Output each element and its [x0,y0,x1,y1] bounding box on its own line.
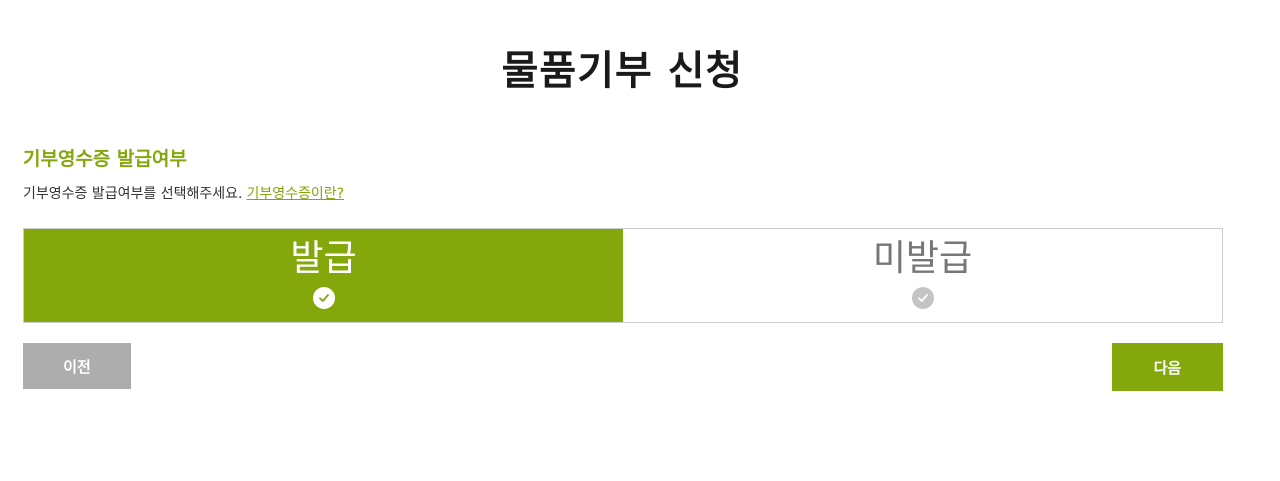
receipt-help-link[interactable]: 기부영수증이란? [246,186,344,202]
check-circle-icon [911,287,934,309]
option-issue-label: 발급 [290,238,357,279]
next-button[interactable]: 다음 [1112,343,1223,391]
receipt-section-description: 기부영수증 발급여부를 선택해주세요. 기부영수증이란? [23,183,344,203]
option-no-issue-label: 미발급 [872,238,973,279]
page-title: 물품기부 신청 [501,48,744,94]
check-circle-icon [312,287,335,309]
donation-application-page: 물품기부 신청 기부영수증 발급여부 기부영수증 발급여부를 선택해주세요. 기부… [0,0,1280,481]
prev-button[interactable]: 이전 [23,343,131,389]
receipt-description-text: 기부영수증 발급여부를 선택해주세요. [23,186,243,202]
receipt-section-title: 기부영수증 발급여부 [23,148,187,170]
option-no-issue[interactable]: 미발급 [623,229,1222,322]
option-issue[interactable]: 발급 [24,229,623,322]
receipt-option-group: 발급 미발급 [23,228,1223,323]
